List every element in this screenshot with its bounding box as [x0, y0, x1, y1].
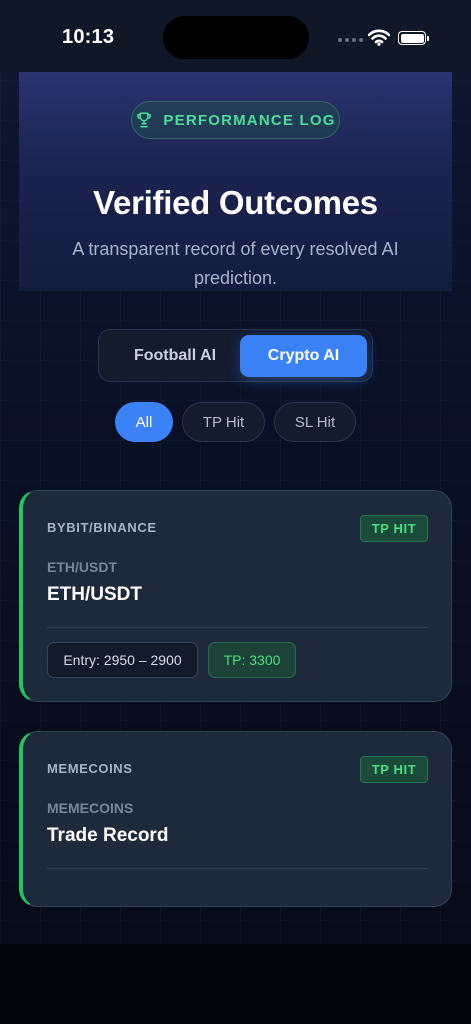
card-pair-title: ETH/USDT [47, 584, 142, 605]
badge-label: PERFORMANCE LOG [163, 111, 336, 129]
status-badge: TP HIT [360, 515, 428, 542]
filter-tp-hit[interactable]: TP Hit [182, 402, 265, 442]
status-time: 10:13 [62, 26, 115, 48]
card-pair-title: Trade Record [47, 825, 169, 846]
page-title: Verified Outcomes [93, 184, 378, 221]
card-exchange: BYBIT/BINANCE [47, 520, 157, 535]
entry-range-pill: Entry: 2950 – 2900 [47, 642, 198, 678]
card-pair-subtitle: ETH/USDT [47, 559, 117, 575]
card-pair-subtitle: MEMECOINS [47, 800, 134, 816]
card-divider [47, 868, 428, 869]
status-bar: 10:13 [0, 0, 471, 72]
battery-icon [398, 31, 429, 45]
outcome-card[interactable]: BYBIT/BINANCE TP HIT ETH/USDT ETH/USDT E… [19, 490, 452, 702]
performance-log-badge: PERFORMANCE LOG [131, 101, 340, 139]
tab-crypto-ai[interactable]: Crypto AI [240, 335, 367, 377]
wifi-icon [368, 29, 390, 46]
ai-type-toggle: Football AI Crypto AI [98, 329, 373, 382]
card-exchange: MEMECOINS [47, 761, 133, 776]
bottom-safe-area [0, 944, 471, 1024]
trophy-icon [137, 112, 152, 128]
outcome-card[interactable]: MEMECOINS TP HIT MEMECOINS Trade Record [19, 731, 452, 907]
take-profit-pill: TP: 3300 [208, 642, 296, 678]
tab-football-ai[interactable]: Football AI [105, 335, 245, 377]
page-subtitle: A transparent record of every resolved A… [72, 239, 399, 288]
filter-sl-hit[interactable]: SL Hit [274, 402, 356, 442]
filter-all[interactable]: All [115, 402, 173, 442]
card-divider [47, 627, 428, 628]
status-badge: TP HIT [360, 756, 428, 783]
dynamic-island [163, 16, 309, 59]
signal-icon [338, 38, 363, 42]
app-screen: 10:13 PERFORMANCE LOG Verified Outcomes … [0, 0, 471, 944]
